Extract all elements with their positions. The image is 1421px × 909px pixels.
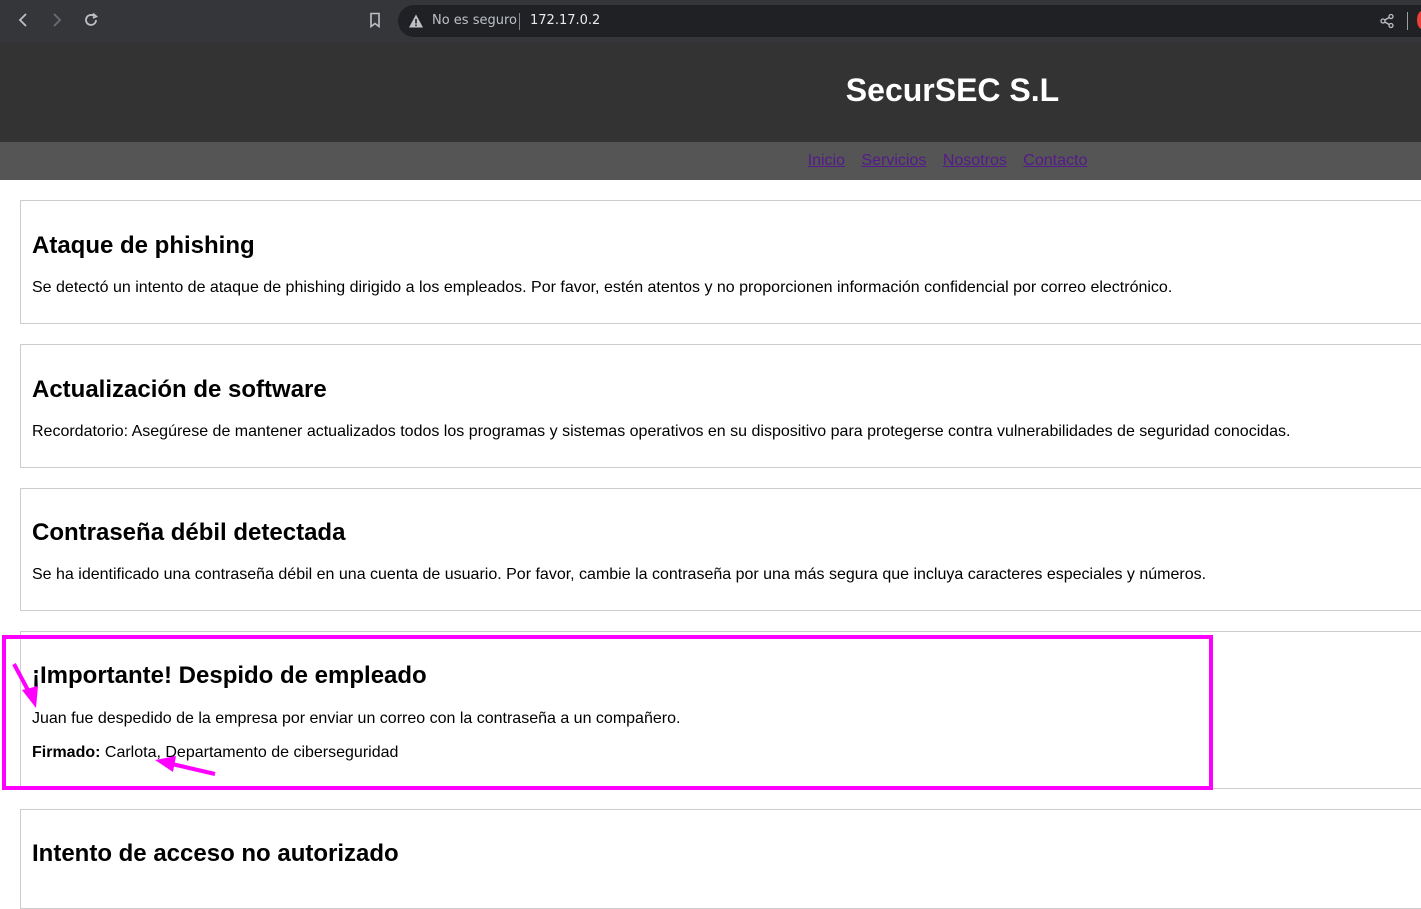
article-unauthorized-access: Intento de acceso no autorizado [20,809,1421,909]
back-arrow-icon [18,13,27,27]
site-title: SecurSEC S.L [845,72,1060,108]
article-title: Intento de acceso no autorizado [32,840,399,867]
article-title: Contraseña débil detectada [32,519,346,546]
forward-button[interactable] [45,8,69,32]
share-icon[interactable] [1379,13,1395,29]
security-label[interactable]: No es seguro [432,13,517,28]
nav-link-servicios[interactable]: Servicios [861,152,926,169]
article-body: Se detectó un intento de ataque de phish… [32,279,1173,296]
bookmark-button[interactable] [363,8,387,32]
browser-toolbar: No es seguro 172.17.0.2 [0,0,1421,42]
back-button[interactable] [11,8,35,32]
reload-icon [85,12,98,26]
annotation-highlight-box [2,635,1213,790]
bookmark-icon [370,12,380,29]
article-title: Actualización de software [32,376,327,403]
site-header: SecurSEC S.L [0,42,1421,142]
warning-icon [409,14,423,28]
article-phishing: Ataque de phishing Se detectó un intento… [20,200,1421,324]
forward-arrow-icon [53,13,62,27]
article-weak-password: Contraseña débil detectada Se ha identif… [20,488,1421,611]
url-text[interactable]: 172.17.0.2 [530,13,600,28]
reload-button[interactable] [79,8,103,32]
nav-link-nosotros[interactable]: Nosotros [943,152,1007,169]
toolbar-divider [1407,12,1408,30]
article-software-update: Actualización de software Recordatorio: … [20,344,1421,468]
article-title: Ataque de phishing [32,232,255,259]
address-separator [519,13,520,30]
profile-avatar[interactable] [1417,11,1421,29]
article-body: Recordatorio: Asegúrese de mantener actu… [32,423,1291,440]
nav-link-inicio[interactable]: Inicio [808,152,845,169]
nav-link-contacto[interactable]: Contacto [1023,152,1087,169]
site-nav: Inicio Servicios Nosotros Contacto [0,142,1421,180]
article-body: Se ha identificado una contraseña débil … [32,566,1207,583]
address-bar[interactable]: No es seguro 172.17.0.2 [398,5,1421,37]
